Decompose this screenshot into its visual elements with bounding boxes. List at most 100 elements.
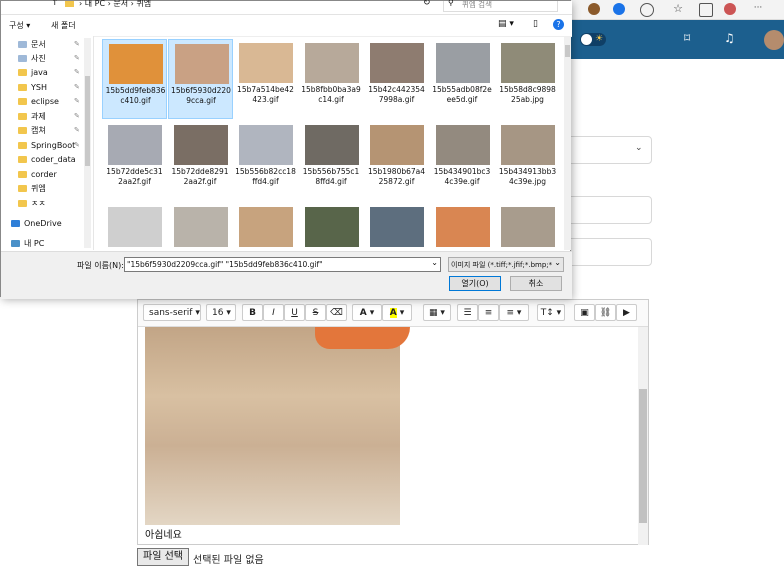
nav-item[interactable]: 사진 [18, 52, 46, 65]
file-tile[interactable] [495, 203, 560, 250]
notification-bell-icon[interactable]: ♫ [724, 31, 735, 45]
file-tile[interactable]: 15b58d8c989825ab.jpg [495, 39, 560, 119]
help-icon[interactable]: ? [553, 19, 564, 30]
file-tile[interactable]: 15b8fbb0ba3a9c14.gif [299, 39, 364, 119]
pin-icon[interactable]: ✎ [74, 40, 80, 48]
up-arrow-icon[interactable]: ↑ [51, 0, 59, 8]
extensions-puzzle-icon[interactable] [640, 3, 654, 17]
chevron-down-icon[interactable]: ⌄ [431, 258, 438, 267]
title-input[interactable] [560, 196, 652, 224]
breadcrumb-item[interactable]: 퀴엠 [136, 0, 151, 8]
pin-icon[interactable]: ✎ [74, 112, 80, 120]
collections-icon[interactable] [699, 3, 713, 17]
editor-content[interactable]: 아쉽네요 [138, 327, 648, 545]
nav-item[interactable]: 과제 [18, 110, 46, 123]
dialog-search-input[interactable]: ⚲ 퀴엠 검색 [443, 0, 558, 12]
file-tile[interactable]: 15b434913bb34c39e.jpg [495, 121, 560, 201]
favorites-star-icon[interactable]: ☆ [672, 3, 684, 15]
nav-item[interactable]: eclipse [18, 95, 59, 108]
file-tile[interactable] [168, 203, 233, 250]
table-button[interactable]: ▦ ▾ [423, 304, 451, 321]
pin-icon[interactable]: ✎ [74, 126, 80, 134]
pin-icon[interactable]: ✎ [74, 68, 80, 76]
bold-button[interactable]: B [242, 304, 263, 321]
grid-scrollbar[interactable] [564, 37, 571, 250]
file-tile[interactable]: 15b434901bc34c39e.gif [430, 121, 495, 201]
strikethrough-button[interactable]: S [305, 304, 326, 321]
nav-item[interactable]: corder [18, 168, 57, 181]
file-tile[interactable] [299, 203, 364, 250]
nav-item[interactable]: ㅈㅈ [18, 197, 46, 210]
file-tile[interactable]: 15b6f5930d2209cca.gif [167, 39, 233, 119]
user-avatar[interactable] [764, 30, 784, 50]
nav-item[interactable]: SpringBoot [18, 139, 75, 152]
underline-button[interactable]: U [284, 304, 305, 321]
italic-button[interactable]: I [263, 304, 284, 321]
line-height-button[interactable]: T↕ ▾ [537, 304, 565, 321]
file-tile[interactable]: 15b5dd9feb836c410.gif [102, 39, 167, 119]
nav-item[interactable]: 퀴엠 [18, 182, 46, 195]
align-button[interactable]: ≡ ▾ [499, 304, 529, 321]
subtitle-input[interactable] [560, 238, 652, 266]
more-menu-icon[interactable]: ··· [752, 3, 764, 15]
bullet-list-icon[interactable]: ☰ [457, 304, 478, 321]
editor-scroll-thumb[interactable] [639, 389, 647, 523]
organize-button[interactable]: 구성 ▾ [9, 20, 30, 31]
bookmark-icon[interactable]: ⌑ [684, 31, 690, 45]
profile-avatar-icon[interactable] [724, 3, 736, 15]
file-tile[interactable]: 15b55adb08f2eee5d.gif [430, 39, 495, 119]
clear-format-icon[interactable]: ⌫ [326, 304, 347, 321]
font-color-button[interactable]: A ▾ [352, 304, 382, 321]
file-tile[interactable] [430, 203, 495, 250]
nav-item[interactable]: OneDrive [11, 217, 62, 230]
file-tile[interactable] [102, 203, 167, 250]
numbered-list-icon[interactable]: ≡ [478, 304, 499, 321]
font-size-select[interactable]: 16 ▾ [206, 304, 236, 321]
breadcrumb-item[interactable]: 내 PC [85, 0, 105, 8]
insert-video-icon[interactable]: ▶ [616, 304, 637, 321]
extension-cookie-icon[interactable] [588, 3, 600, 15]
file-tile[interactable] [364, 203, 429, 250]
new-folder-button[interactable]: 새 폴더 [51, 20, 76, 31]
file-tile[interactable]: 15b42c4423547998a.gif [364, 39, 429, 119]
editor-scrollbar[interactable] [638, 327, 648, 545]
pin-icon[interactable]: ✎ [74, 54, 80, 62]
file-tile[interactable]: 15b7a514be42423.gif [233, 39, 298, 119]
nav-item[interactable]: YSH [18, 81, 47, 94]
theme-toggle[interactable]: ☀ [580, 33, 606, 46]
refresh-icon[interactable]: ↻ [423, 0, 431, 8]
address-bar-row: ↑ › 내 PC › 문서 › 퀴엠 ↻ ⚲ 퀴엠 검색 [1, 0, 572, 15]
file-tile[interactable]: 15b72dde82912aa2f.gif [168, 121, 233, 201]
highlight-color-button[interactable]: A ▾ [382, 304, 412, 321]
file-tile[interactable] [233, 203, 298, 250]
extension-check-icon[interactable] [613, 3, 625, 15]
nav-item[interactable]: 내 PC [11, 237, 44, 250]
open-button[interactable]: 열기(O) [449, 276, 501, 291]
nav-item[interactable]: java [18, 66, 48, 79]
nav-scroll-thumb[interactable] [85, 76, 90, 166]
font-family-select[interactable]: sans-serif ▾ [143, 304, 201, 321]
pin-icon[interactable]: ✎ [74, 83, 80, 91]
filename-input[interactable]: "15b6f5930d2209cca.gif" "15b5dd9feb836c4… [124, 257, 441, 272]
insert-image-icon[interactable]: ▣ [574, 304, 595, 321]
filetype-select[interactable]: 이미지 파일 (*.tiff;*.jfif;*.bmp;* ⌄ [448, 257, 564, 272]
insert-link-icon[interactable]: ⛓ [595, 304, 616, 321]
category-select[interactable]: ⌄ [560, 136, 652, 164]
file-tile[interactable]: 15b72dde5c312aa2f.gif [102, 121, 167, 201]
nav-item[interactable]: 캡쳐 [18, 124, 46, 137]
breadcrumb[interactable]: › 내 PC › 문서 › 퀴엠 [79, 0, 151, 9]
nav-item[interactable]: coder_data [18, 153, 76, 166]
file-tile[interactable]: 15b556b82cc18ffd4.gif [233, 121, 298, 201]
pin-icon[interactable]: ✎ [74, 97, 80, 105]
nav-item[interactable]: 문서 [18, 38, 46, 51]
file-tile[interactable]: 15b556b755c18ffd4.gif [299, 121, 364, 201]
inserted-image[interactable] [145, 327, 410, 525]
grid-scroll-thumb[interactable] [565, 45, 570, 57]
pin-icon[interactable]: ✎ [74, 141, 80, 149]
file-tile[interactable]: 15b1980b67a425872.gif [364, 121, 429, 201]
view-options-icon[interactable]: ▤ ▾ [498, 19, 514, 29]
preview-pane-icon[interactable]: ▯ [533, 19, 538, 29]
choose-file-button[interactable]: 파일 선택 [137, 548, 189, 566]
cancel-button[interactable]: 취소 [510, 276, 562, 291]
breadcrumb-item[interactable]: 문서 [113, 0, 128, 8]
